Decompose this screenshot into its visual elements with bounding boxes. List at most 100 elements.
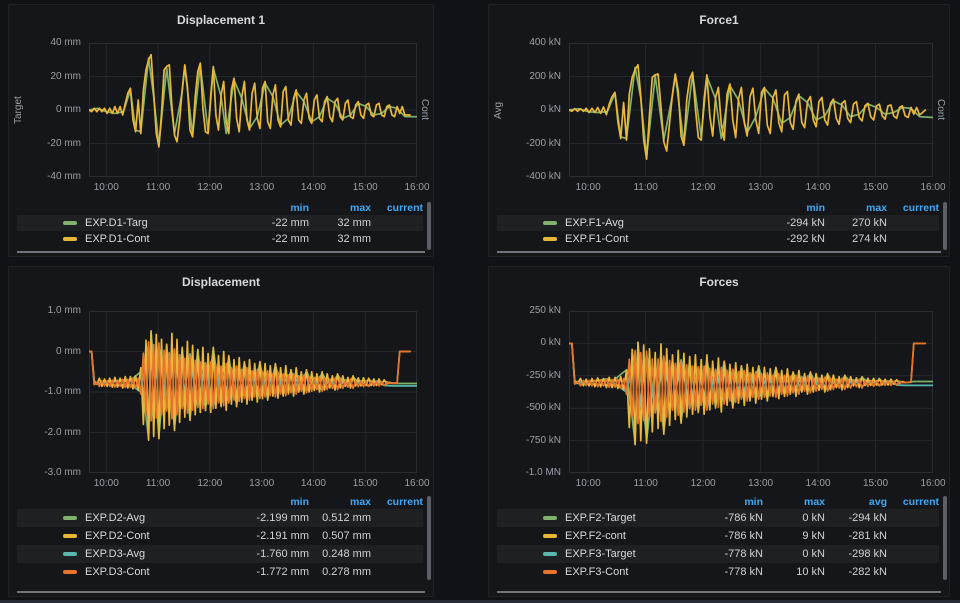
legend-header-max[interactable]: max <box>825 202 887 214</box>
legend-header-min[interactable]: min <box>247 202 309 214</box>
legend-header-current[interactable]: current <box>371 496 423 508</box>
legend-row: EXP.F2-Target-786 kN0 kN-294 kN <box>497 509 939 527</box>
legend-row: EXP.D3-Avg-1.760 mm0.248 mm <box>17 545 423 563</box>
legend-series-label[interactable]: EXP.F1-Cont <box>565 233 763 245</box>
panel-displacement: Displacement 1.0 mm0 mm-1.0 mm-2.0 mm-3.… <box>8 266 434 597</box>
legend-header-min[interactable]: min <box>763 202 825 214</box>
x-tick-label: 12:00 <box>188 182 232 193</box>
chart-plot-area[interactable] <box>569 311 933 473</box>
x-tick-label: 11:00 <box>136 182 180 193</box>
legend-value: -298 kN <box>825 548 887 560</box>
legend-value: -778 kN <box>701 566 763 578</box>
legend-scrollbar[interactable] <box>427 202 431 250</box>
legend-header-current[interactable]: current <box>371 202 423 214</box>
y-tick-label: -750 kN <box>489 435 561 447</box>
legend-table: minmaxcurrentEXP.F1-Avg-294 kN270 kNEXP.… <box>497 201 939 247</box>
legend-scrollbar[interactable] <box>427 496 431 580</box>
y-tick-label: -200 kN <box>489 138 561 150</box>
chart-plot-area[interactable] <box>89 43 417 177</box>
y-axis-right-title: Cont <box>419 43 430 177</box>
y-tick-label: 400 kN <box>489 37 561 49</box>
legend-series-label[interactable]: EXP.D1-Cont <box>85 233 247 245</box>
legend-series-label[interactable]: EXP.D2-Cont <box>85 530 247 542</box>
legend-value: 0.278 mm <box>309 566 371 578</box>
series-color-swatch[interactable] <box>543 552 557 556</box>
y-tick-label: 0 kN <box>489 337 561 349</box>
legend-header-max[interactable]: max <box>309 496 371 508</box>
series-color-swatch[interactable] <box>63 570 77 574</box>
legend-header-max[interactable]: max <box>763 496 825 508</box>
legend-series-label[interactable]: EXP.D3-Cont <box>85 566 247 578</box>
legend-series-label[interactable]: EXP.F1-Avg <box>565 217 763 229</box>
x-tick-label: 15:00 <box>343 478 387 489</box>
series-color-swatch[interactable] <box>543 516 557 520</box>
legend-value: 0 kN <box>763 512 825 524</box>
series-color-swatch[interactable] <box>63 534 77 538</box>
series-color-swatch[interactable] <box>63 237 77 241</box>
series-color-swatch[interactable] <box>63 221 77 225</box>
legend-value: -2.191 mm <box>247 530 309 542</box>
series-color-swatch[interactable] <box>543 570 557 574</box>
legend-series-label[interactable]: EXP.F3-Target <box>565 548 701 560</box>
legend-horizontal-scrollbar[interactable] <box>497 251 941 253</box>
y-tick-label: -40 mm <box>9 171 81 183</box>
legend-series-label[interactable]: EXP.F2-Target <box>565 512 701 524</box>
legend-row: EXP.D3-Cont-1.772 mm0.278 mm <box>17 563 423 581</box>
legend-horizontal-scrollbar[interactable] <box>17 591 425 593</box>
legend-value: 32 mm <box>309 217 371 229</box>
series-color-swatch[interactable] <box>543 534 557 538</box>
legend-series-label[interactable]: EXP.D1-Targ <box>85 217 247 229</box>
legend-header-row: minmaxcurrent <box>17 201 423 215</box>
panel-title[interactable]: Force1 <box>489 5 949 27</box>
legend-header-min[interactable]: min <box>247 496 309 508</box>
legend-value: -294 kN <box>825 512 887 524</box>
legend-value: -1.772 mm <box>247 566 309 578</box>
y-tick-label: -250 kN <box>489 370 561 382</box>
legend-value: 32 mm <box>309 233 371 245</box>
legend-series-label[interactable]: EXP.D3-Avg <box>85 548 247 560</box>
legend-scrollbar[interactable] <box>943 202 947 250</box>
legend-series-label[interactable]: EXP.D2-Avg <box>85 512 247 524</box>
x-tick-label: 14:00 <box>796 478 840 489</box>
legend-series-label[interactable]: EXP.F3-Cont <box>565 566 701 578</box>
series-color-swatch[interactable] <box>63 552 77 556</box>
legend-header-min[interactable]: min <box>701 496 763 508</box>
legend-scrollbar[interactable] <box>943 496 947 580</box>
panel-title[interactable]: Displacement 1 <box>9 5 433 27</box>
x-tick-label: 14:00 <box>291 182 335 193</box>
panel-forces: Forces 250 kN0 kN-250 kN-500 kN-750 kN-1… <box>488 266 950 597</box>
legend-header-row: minmaxcurrent <box>17 495 423 509</box>
chart-plot-area[interactable] <box>569 43 933 177</box>
chart-plot-area[interactable] <box>89 311 417 473</box>
series-color-swatch[interactable] <box>63 516 77 520</box>
legend-header-max[interactable]: max <box>309 202 371 214</box>
series-color-swatch[interactable] <box>543 221 557 225</box>
legend-value: 9 kN <box>763 530 825 542</box>
legend-value: 0.248 mm <box>309 548 371 560</box>
x-tick-label: 15:00 <box>343 182 387 193</box>
legend-row: EXP.F3-Target-778 kN0 kN-298 kN <box>497 545 939 563</box>
x-tick-label: 13:00 <box>240 182 284 193</box>
x-tick-label: 10:00 <box>84 182 128 193</box>
legend-series-label[interactable]: EXP.F2-cont <box>565 530 701 542</box>
legend-horizontal-scrollbar[interactable] <box>17 251 425 253</box>
x-tick-label: 13:00 <box>240 478 284 489</box>
legend-value: -22 mm <box>247 233 309 245</box>
legend-header-current[interactable]: current <box>887 496 939 508</box>
legend-value: -778 kN <box>701 548 763 560</box>
y-tick-label: -2.0 mm <box>9 427 81 439</box>
y-tick-label: 0 mm <box>9 346 81 358</box>
x-tick-label: 12:00 <box>681 478 725 489</box>
panel-title[interactable]: Displacement <box>9 267 433 289</box>
y-tick-label: 250 kN <box>489 305 561 317</box>
legend-value: -22 mm <box>247 217 309 229</box>
legend-row: EXP.F1-Cont-292 kN274 kN <box>497 231 939 247</box>
y-tick-label: -1.0 mm <box>9 386 81 398</box>
series-color-swatch[interactable] <box>543 237 557 241</box>
legend-row: EXP.F3-Cont-778 kN10 kN-282 kN <box>497 563 939 581</box>
legend-header-avg[interactable]: avg <box>825 496 887 508</box>
legend-header-current[interactable]: current <box>887 202 939 214</box>
panel-title[interactable]: Forces <box>489 267 949 289</box>
legend-horizontal-scrollbar[interactable] <box>497 591 941 593</box>
legend-header-row: minmaxcurrent <box>497 201 939 215</box>
